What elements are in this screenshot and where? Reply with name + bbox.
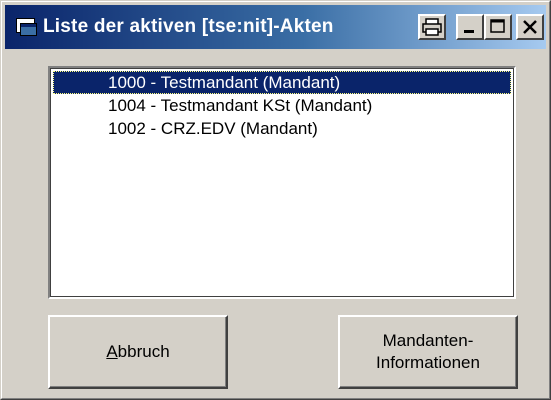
window-title: Liste der aktiven [tse:nit]-Akten bbox=[43, 16, 334, 37]
info-label-line1: Mandanten- bbox=[382, 331, 474, 350]
cancel-label-rest: bbruch bbox=[117, 342, 170, 361]
list-item[interactable]: 1004 - Testmandant KSt (Mandant) bbox=[53, 94, 511, 117]
print-button[interactable] bbox=[418, 14, 446, 40]
list-items: 1000 - Testmandant (Mandant) 1004 - Test… bbox=[53, 71, 511, 140]
mandanten-informationen-button[interactable]: Mandanten- Informationen bbox=[338, 315, 518, 389]
caption-buttons bbox=[418, 14, 544, 40]
cancel-button[interactable]: Abbruch bbox=[48, 315, 228, 389]
info-button-label: Mandanten- Informationen bbox=[376, 330, 480, 374]
maximize-button[interactable] bbox=[484, 14, 512, 40]
app-window-icon[interactable] bbox=[15, 16, 37, 38]
print-icon bbox=[422, 18, 442, 36]
minimize-icon bbox=[464, 30, 474, 33]
list-item[interactable]: 1002 - CRZ.EDV (Mandant) bbox=[53, 117, 511, 140]
close-button[interactable] bbox=[516, 14, 544, 40]
cancel-accelerator: A bbox=[106, 342, 118, 361]
list-item[interactable]: 1000 - Testmandant (Mandant) bbox=[53, 71, 511, 94]
title-bar[interactable]: Liste der aktiven [tse:nit]-Akten bbox=[5, 5, 546, 49]
maximize-icon bbox=[490, 19, 505, 33]
dialog-frame: Liste der aktiven [tse:nit]-Akten 1000 -… bbox=[1, 1, 550, 399]
dialog-window: Liste der aktiven [tse:nit]-Akten 1000 -… bbox=[0, 0, 551, 400]
akten-listbox[interactable]: 1000 - Testmandant (Mandant) 1004 - Test… bbox=[48, 66, 516, 299]
info-label-line2: Informationen bbox=[376, 353, 480, 372]
minimize-button[interactable] bbox=[456, 14, 484, 40]
cancel-button-label: Abbruch bbox=[106, 341, 169, 363]
close-icon bbox=[523, 20, 537, 34]
